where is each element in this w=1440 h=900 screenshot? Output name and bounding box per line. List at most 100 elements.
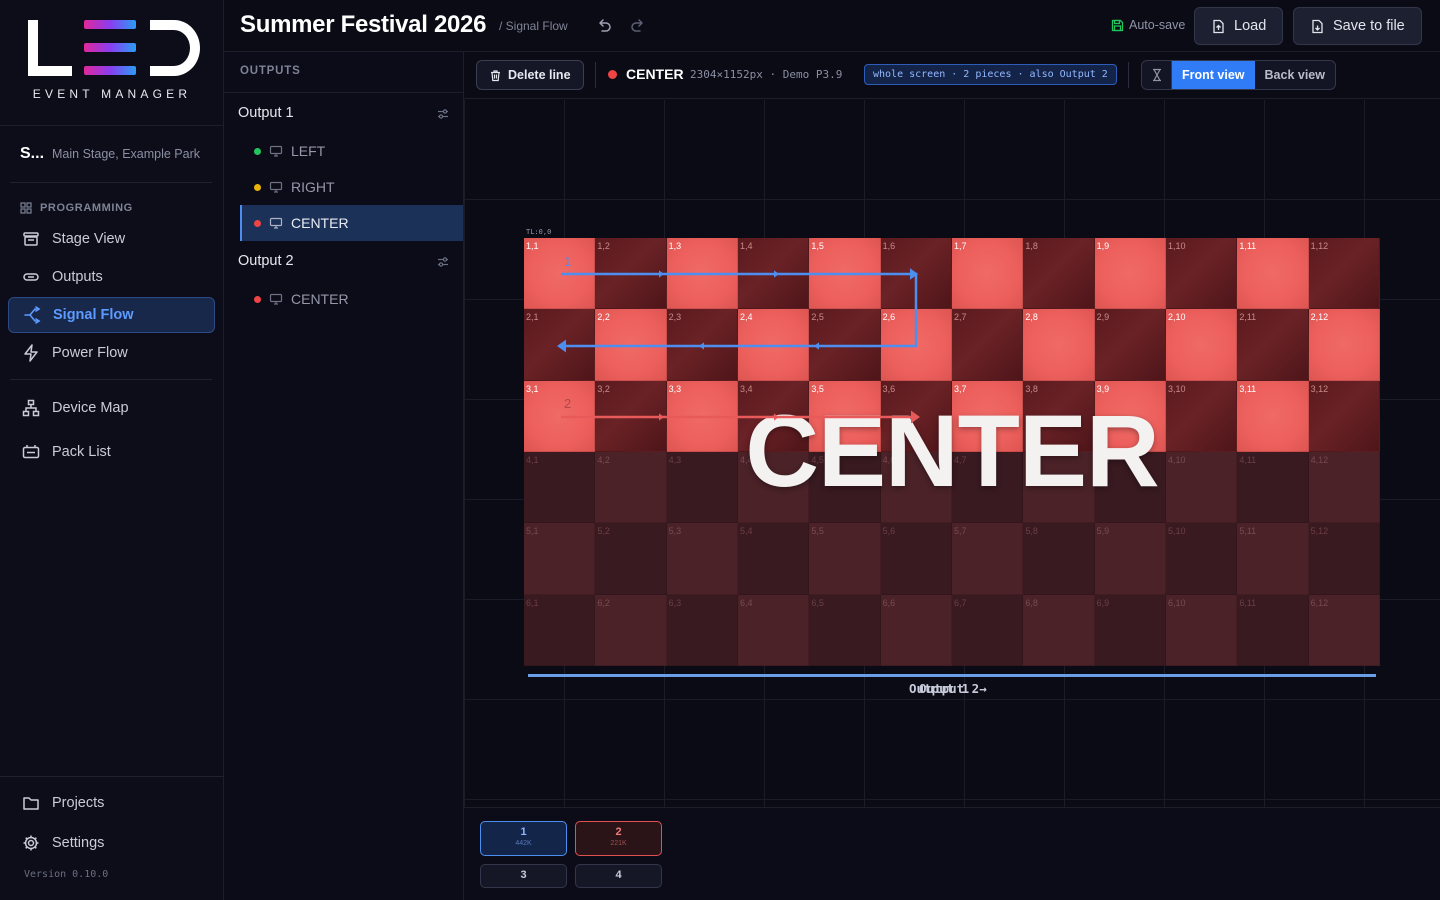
led-panel-cell[interactable]: 5,10: [1166, 523, 1238, 595]
led-panel-cell[interactable]: 4,9: [1094, 452, 1166, 524]
led-panel-cell[interactable]: 1,10: [1166, 238, 1238, 310]
led-panel-cell[interactable]: 2,8: [1023, 309, 1095, 381]
led-panel-cell[interactable]: 4,3: [666, 452, 738, 524]
project-info[interactable]: S... Main Stage, Example Park: [20, 145, 200, 163]
output-port-1[interactable]: 1 442K: [480, 821, 567, 856]
led-panel-cell[interactable]: 1,6: [880, 238, 952, 310]
save-to-file-button[interactable]: Save to file: [1293, 7, 1422, 45]
nav-stage-view[interactable]: Stage View: [8, 221, 215, 257]
led-panel-cell[interactable]: 1,8: [1023, 238, 1095, 310]
led-panel-cell[interactable]: 1,2: [595, 238, 667, 310]
led-panel-cell[interactable]: 4,2: [595, 452, 667, 524]
led-panel-cell[interactable]: 6,8: [1023, 594, 1095, 666]
led-panel-cell[interactable]: 4,10: [1166, 452, 1238, 524]
led-panel-cell[interactable]: 1,9: [1094, 238, 1166, 310]
led-panel-cell[interactable]: 2,7: [952, 309, 1024, 381]
led-panel-cell[interactable]: 1,3: [666, 238, 738, 310]
nav-pack-list[interactable]: Pack List: [8, 434, 215, 470]
screen-item-left[interactable]: LEFT: [240, 133, 463, 169]
led-panel-cell[interactable]: 2,5: [809, 309, 881, 381]
led-panel-cell[interactable]: 3,8: [1023, 380, 1095, 452]
led-panel-cell[interactable]: 1,1: [524, 238, 596, 310]
app-logo[interactable]: EVENT MANAGER: [0, 0, 224, 126]
led-panel-cell[interactable]: 2,11: [1237, 309, 1309, 381]
led-panel-cell[interactable]: 3,6: [880, 380, 952, 452]
sliders-icon[interactable]: [436, 107, 450, 121]
led-panel-cell[interactable]: 3,2: [595, 380, 667, 452]
led-panel-cell[interactable]: 1,5: [809, 238, 881, 310]
led-panel-cell[interactable]: 1,12: [1308, 238, 1380, 310]
led-panel-cell[interactable]: 6,7: [952, 594, 1024, 666]
led-panel-cell[interactable]: 5,9: [1094, 523, 1166, 595]
led-panel-cell[interactable]: 5,1: [524, 523, 596, 595]
output-port-4[interactable]: 4: [575, 864, 662, 888]
redo-icon[interactable]: [629, 17, 647, 35]
undo-icon[interactable]: [595, 17, 613, 35]
led-panel-cell[interactable]: 2,12: [1308, 309, 1380, 381]
led-panel-cell[interactable]: 5,7: [952, 523, 1024, 595]
led-panel-cell[interactable]: 3,9: [1094, 380, 1166, 452]
nav-outputs[interactable]: Outputs: [8, 259, 215, 295]
nav-device-map[interactable]: Device Map: [8, 390, 215, 426]
led-panel-cell[interactable]: 5,3: [666, 523, 738, 595]
led-panel-cell[interactable]: 6,1: [524, 594, 596, 666]
led-panel-cell[interactable]: 2,1: [524, 309, 596, 381]
led-panel-cell[interactable]: 5,12: [1308, 523, 1380, 595]
led-panel-cell[interactable]: 4,4: [738, 452, 810, 524]
led-panel-cell[interactable]: 6,12: [1308, 594, 1380, 666]
led-panel-cell[interactable]: 3,3: [666, 380, 738, 452]
led-panel-cell[interactable]: 3,4: [738, 380, 810, 452]
sliders-icon[interactable]: [436, 255, 450, 269]
output-group-2[interactable]: Output 2: [238, 253, 294, 269]
led-panel-cell[interactable]: 2,4: [738, 309, 810, 381]
led-panel-cell[interactable]: 4,1: [524, 452, 596, 524]
signal-flow-canvas[interactable]: TL:0,0 1,1 1,2 1,3 1,4 1,5 1,6 1,7 1,8 1,9 1,10 1,…: [464, 100, 1440, 807]
led-panel-cell[interactable]: 1,7: [952, 238, 1024, 310]
nav-projects[interactable]: Projects: [8, 785, 215, 821]
led-panel-cell[interactable]: 3,11: [1237, 380, 1309, 452]
led-panel-cell[interactable]: 6,4: [738, 594, 810, 666]
led-panel-cell[interactable]: 1,11: [1237, 238, 1309, 310]
autosave-indicator[interactable]: Auto-save: [1111, 18, 1185, 32]
led-panel-cell[interactable]: 3,1: [524, 380, 596, 452]
screen-item-center[interactable]: CENTER: [240, 205, 463, 241]
led-panel-cell[interactable]: 3,12: [1308, 380, 1380, 452]
flip-view-button[interactable]: [1142, 61, 1172, 89]
delete-line-button[interactable]: Delete line: [476, 60, 584, 90]
led-panel-cell[interactable]: 3,7: [952, 380, 1024, 452]
front-view-tab[interactable]: Front view: [1172, 61, 1255, 89]
led-panel-cell[interactable]: 6,9: [1094, 594, 1166, 666]
load-button[interactable]: Load: [1194, 7, 1284, 45]
led-panel-cell[interactable]: 5,11: [1237, 523, 1309, 595]
led-panel-cell[interactable]: 5,5: [809, 523, 881, 595]
led-panel-cell[interactable]: 6,2: [595, 594, 667, 666]
led-panel-cell[interactable]: 2,3: [666, 309, 738, 381]
led-panel-cell[interactable]: 6,10: [1166, 594, 1238, 666]
led-panel-cell[interactable]: 4,5: [809, 452, 881, 524]
nav-signal-flow[interactable]: Signal Flow: [8, 297, 215, 333]
led-panel-cell[interactable]: 3,10: [1166, 380, 1238, 452]
led-panel-cell[interactable]: 5,8: [1023, 523, 1095, 595]
nav-power-flow[interactable]: Power Flow: [8, 335, 215, 371]
led-panel-cell[interactable]: 2,6: [880, 309, 952, 381]
nav-settings[interactable]: Settings: [8, 825, 215, 861]
led-panel-cell[interactable]: 1,4: [738, 238, 810, 310]
led-panel-cell[interactable]: 4,7: [952, 452, 1024, 524]
screen-item-center-2[interactable]: CENTER: [240, 281, 463, 317]
led-panel-cell[interactable]: 5,2: [595, 523, 667, 595]
led-panel-cell[interactable]: 3,5: [809, 380, 881, 452]
led-panel-cell[interactable]: 4,8: [1023, 452, 1095, 524]
led-panel-cell[interactable]: 5,6: [880, 523, 952, 595]
back-view-tab[interactable]: Back view: [1255, 61, 1335, 89]
output-port-3[interactable]: 3: [480, 864, 567, 888]
led-panel-cell[interactable]: 6,11: [1237, 594, 1309, 666]
led-panel-cell[interactable]: 5,4: [738, 523, 810, 595]
screen-item-right[interactable]: RIGHT: [240, 169, 463, 205]
led-panel-cell[interactable]: 4,12: [1308, 452, 1380, 524]
led-panel-cell[interactable]: 4,6: [880, 452, 952, 524]
led-panel-cell[interactable]: 4,11: [1237, 452, 1309, 524]
led-panel-cell[interactable]: 6,5: [809, 594, 881, 666]
output-group-1[interactable]: Output 1: [238, 105, 294, 121]
led-panel-cell[interactable]: 2,2: [595, 309, 667, 381]
led-panel-cell[interactable]: 6,3: [666, 594, 738, 666]
